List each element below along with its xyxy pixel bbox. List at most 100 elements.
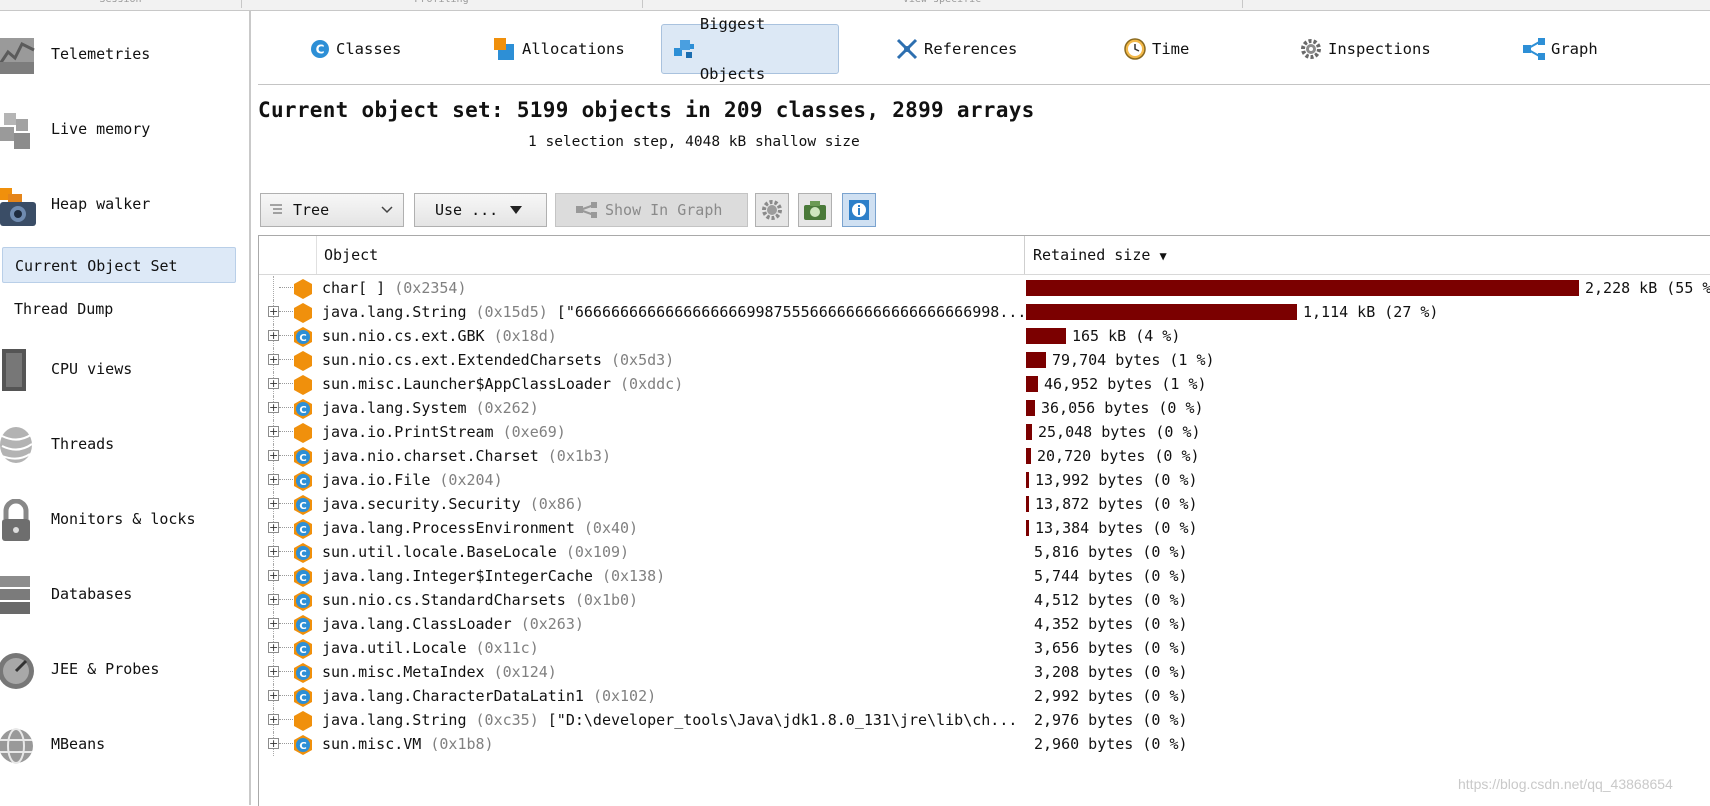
use-dropdown-button[interactable]: Use ... — [414, 193, 547, 227]
table-row[interactable]: + Csun.nio.cs.StandardCharsets (0x1b0) 4,5… — [259, 588, 1710, 612]
table-row[interactable]: + Cjava.security.Security (0x86) 13,872 by… — [259, 492, 1710, 516]
table-row[interactable]: + java.lang.String (0x15d5) ["66666666666… — [259, 300, 1710, 324]
expand-toggle-icon[interactable]: + — [268, 546, 279, 557]
settings-button[interactable] — [755, 193, 789, 227]
object-cell: sun.nio.cs.ext.ExtendedCharsets (0x5d3) — [322, 348, 674, 372]
table-row[interactable]: + Csun.misc.VM (0x1b8) 2,960 bytes (0 %) — [259, 732, 1710, 756]
object-cell: java.lang.ClassLoader (0x263) — [322, 612, 584, 636]
sidebar-item-threads[interactable]: Threads — [0, 414, 249, 474]
table-row[interactable]: + Cjava.lang.ProcessEnvironment (0x40) 13,… — [259, 516, 1710, 540]
tab-graph[interactable]: Graph — [1511, 24, 1610, 74]
expand-toggle-icon[interactable]: + — [268, 450, 279, 461]
table-row[interactable]: + Cjava.util.Locale (0x11c) 3,656 bytes (0… — [259, 636, 1710, 660]
object-cell: java.lang.ProcessEnvironment (0x40) — [322, 516, 638, 540]
sidebar-item-telemetries[interactable]: Telemetries — [0, 24, 249, 84]
expand-toggle-icon[interactable]: + — [268, 738, 279, 749]
svg-text:C: C — [299, 621, 306, 632]
sidebar-item-cpu-views[interactable]: CPU views — [0, 339, 249, 399]
column-header-retained-size[interactable]: Retained size ▼ — [1025, 236, 1425, 274]
expand-toggle-icon[interactable]: + — [268, 618, 279, 629]
svg-text:C: C — [299, 669, 306, 680]
tree-icon — [270, 204, 282, 214]
object-cell: java.lang.Integer$IntegerCache (0x138) — [322, 564, 665, 588]
section-header-strip: Session Profiling View specific — [0, 0, 1710, 11]
svg-text:C: C — [299, 693, 306, 704]
tree-connector — [279, 743, 293, 744]
svg-text:C: C — [299, 549, 306, 560]
gear-icon — [762, 200, 782, 220]
expand-toggle-icon[interactable]: + — [268, 642, 279, 653]
table-row[interactable]: + sun.nio.cs.ext.ExtendedCharsets (0x5d3)… — [259, 348, 1710, 372]
tree-connector — [279, 551, 293, 552]
table-row[interactable]: + java.io.PrintStream (0xe69) 25,048 bytes… — [259, 420, 1710, 444]
time-icon — [1124, 38, 1146, 60]
snapshot-button[interactable] — [798, 193, 832, 227]
sidebar-item-mbeans[interactable]: MBeans — [0, 714, 249, 774]
expand-toggle-icon[interactable]: + — [268, 594, 279, 605]
retained-size-value: 13,872 bytes (0 %) — [1035, 495, 1198, 513]
table-row[interactable]: + sun.misc.Launcher$AppClassLoader (0xddc… — [259, 372, 1710, 396]
table-row[interactable]: + Cjava.lang.Integer$IntegerCache (0x138)… — [259, 564, 1710, 588]
sidebar-item-databases[interactable]: Databases — [0, 564, 249, 624]
table-row[interactable]: + Csun.util.locale.BaseLocale (0x109) 5,81… — [259, 540, 1710, 564]
expand-toggle-icon[interactable]: + — [268, 354, 279, 365]
expand-toggle-icon[interactable]: + — [268, 426, 279, 437]
table-row[interactable]: + Cjava.nio.charset.Charset (0x1b3) 20,720… — [259, 444, 1710, 468]
object-class-name: java.lang.String — [322, 303, 476, 321]
expand-toggle-icon[interactable]: + — [268, 306, 279, 317]
class-instance-icon: C — [294, 495, 312, 515]
sidebar-subitem-thread-dump[interactable]: Thread Dump — [2, 291, 236, 327]
retained-size-value: 2,960 bytes (0 %) — [1034, 735, 1188, 753]
object-class-name: sun.nio.cs.StandardCharsets — [322, 591, 575, 609]
expand-toggle-icon[interactable]: + — [268, 498, 279, 509]
tree-connector — [279, 383, 293, 384]
sidebar-item-live-memory[interactable]: Live memory — [0, 99, 249, 159]
object-id: (0x18d) — [493, 327, 557, 345]
object-id: (0x5d3) — [610, 351, 675, 369]
object-class-name: java.security.Security — [322, 495, 530, 513]
view-mode-dropdown[interactable]: Tree — [260, 193, 404, 227]
show-in-graph-button[interactable]: Show In Graph — [555, 193, 748, 227]
table-row[interactable]: + Cjava.lang.ClassLoader (0x263) 4,352 byt… — [259, 612, 1710, 636]
sidebar-item-jee-probes[interactable]: JEE & Probes — [0, 639, 249, 699]
view-mode-value: Tree — [293, 201, 330, 219]
table-row[interactable]: + Cjava.lang.CharacterDataLatin1 (0x102) 2… — [259, 684, 1710, 708]
expand-toggle-icon[interactable]: + — [268, 666, 279, 677]
retained-size-value: 5,744 bytes (0 %) — [1034, 567, 1188, 585]
table-row[interactable]: char[ ] (0x2354) 2,228 kB (55 % — [259, 276, 1710, 300]
expand-toggle-icon[interactable]: + — [268, 378, 279, 389]
tab-inspections[interactable]: Inspections — [1288, 24, 1443, 74]
sidebar-item-heap-walker[interactable]: Heap walker — [0, 174, 249, 234]
sidebar-item-label: Threads — [51, 435, 115, 453]
expand-toggle-icon[interactable]: + — [268, 690, 279, 701]
retained-size-value: 20,720 bytes (0 %) — [1037, 447, 1200, 465]
sidebar-item-monitors-locks[interactable]: Monitors & locks — [0, 489, 249, 549]
expand-toggle-icon[interactable]: + — [268, 402, 279, 413]
table-row[interactable]: + Csun.nio.cs.ext.GBK (0x18d) 165 kB (4 %) — [259, 324, 1710, 348]
object-id: (0x1b0) — [574, 591, 639, 609]
info-button[interactable] — [842, 193, 876, 227]
sidebar-subitem-current-object-set[interactable]: Current Object Set — [2, 247, 236, 283]
tab-references[interactable]: References — [884, 24, 1029, 74]
tab-allocations[interactable]: Allocations — [482, 24, 637, 74]
class-instance-icon: C — [294, 399, 312, 419]
object-class-name: char[ ] — [322, 279, 395, 297]
tab-classes[interactable]: C Classes — [298, 24, 413, 74]
expand-toggle-icon[interactable]: + — [268, 474, 279, 485]
tree-connector — [279, 503, 293, 504]
table-row[interactable]: + Csun.misc.MetaIndex (0x124) 3,208 bytes … — [259, 660, 1710, 684]
table-row[interactable]: + Cjava.lang.System (0x262) 36,056 bytes (… — [259, 396, 1710, 420]
column-header-object[interactable]: Object — [316, 236, 1024, 274]
retained-size-value: 13,992 bytes (0 %) — [1035, 471, 1198, 489]
tab-biggest-objects[interactable]: Biggest Objects — [661, 15, 839, 83]
page-title: Current object set: 5199 objects in 209 … — [258, 98, 1035, 122]
table-row[interactable]: + java.lang.String (0xc35) ["D:\developer… — [259, 708, 1710, 732]
table-row[interactable]: + Cjava.io.File (0x204) 13,992 bytes (0 %) — [259, 468, 1710, 492]
expand-toggle-icon[interactable]: + — [268, 330, 279, 341]
object-class-name: java.lang.Integer$IntegerCache — [322, 567, 602, 585]
expand-toggle-icon[interactable]: + — [268, 522, 279, 533]
tab-time[interactable]: Time — [1112, 24, 1201, 74]
expand-toggle-icon[interactable]: + — [268, 714, 279, 725]
retained-size-value: 4,512 bytes (0 %) — [1034, 591, 1188, 609]
expand-toggle-icon[interactable]: + — [268, 570, 279, 581]
